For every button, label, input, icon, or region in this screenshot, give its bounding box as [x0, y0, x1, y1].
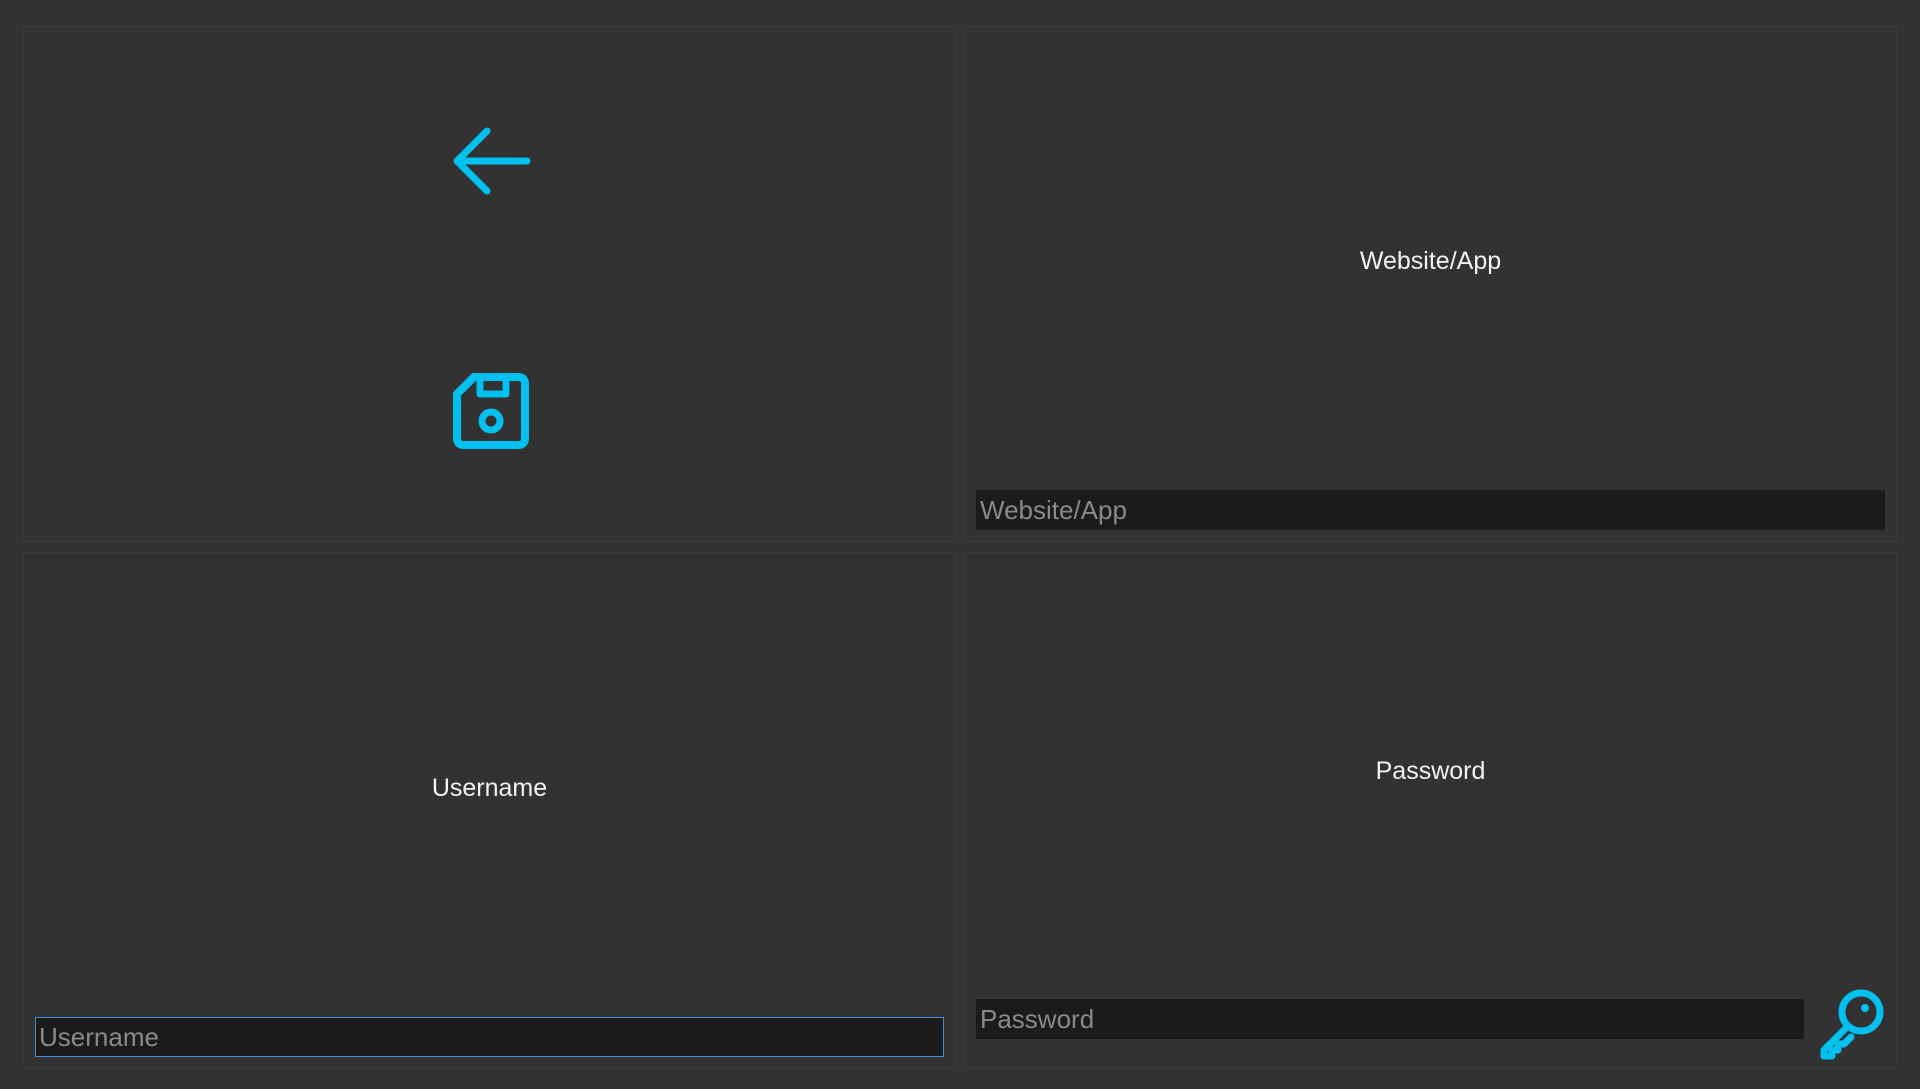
website-panel: Website/App — [964, 26, 1897, 542]
username-label: Username — [431, 774, 548, 802]
floppy-disk-icon — [448, 368, 534, 454]
username-panel: Username — [23, 552, 956, 1068]
password-label: Password — [1375, 757, 1486, 785]
key-icon — [1813, 984, 1889, 1060]
arrow-left-icon — [447, 123, 535, 199]
generate-password-button[interactable] — [1813, 984, 1889, 1060]
back-button[interactable] — [447, 123, 535, 199]
password-panel: Password — [964, 552, 1897, 1068]
website-input[interactable] — [976, 490, 1885, 530]
username-input[interactable] — [35, 1017, 944, 1057]
actions-panel — [23, 26, 956, 542]
password-input[interactable] — [976, 999, 1804, 1039]
website-label: Website/App — [1359, 247, 1502, 275]
save-button[interactable] — [448, 368, 534, 454]
